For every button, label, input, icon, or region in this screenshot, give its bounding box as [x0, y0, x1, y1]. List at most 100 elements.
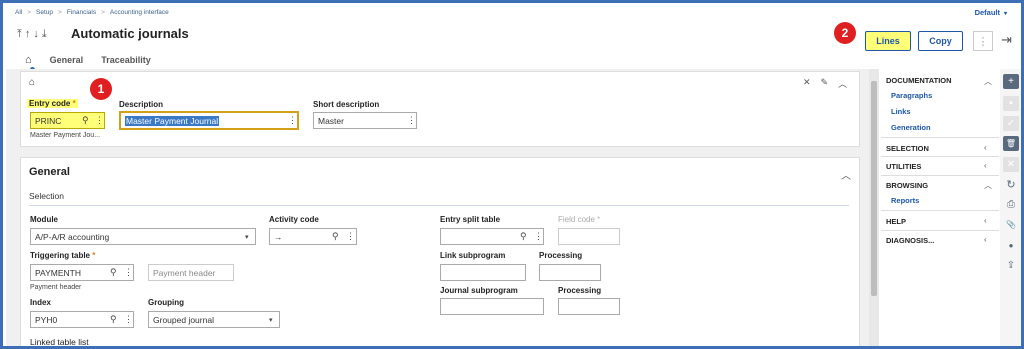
exit-icon[interactable]: ⇥	[1001, 32, 1012, 48]
activity-code-field[interactable]: → ⚲ ⋮	[269, 228, 357, 245]
entry-code-label-text: Entry code	[29, 99, 71, 108]
description-value: Master Payment Journal	[125, 115, 220, 126]
activity-code-label: Activity code	[269, 215, 319, 224]
module-select[interactable]: A/P-A/R accounting ▾	[30, 228, 256, 245]
profile-selector[interactable]: Default ▾	[975, 8, 1007, 17]
share-icon[interactable]: ⇪	[1003, 258, 1019, 273]
edit-icon[interactable]: ✎	[821, 77, 829, 90]
section-tabs: ⌂ General Traceability	[25, 54, 151, 66]
short-description-input[interactable]: Master ⋮	[313, 112, 417, 129]
entry-split-table-field[interactable]: ⚲ ⋮	[440, 228, 544, 245]
triggering-table-title: Payment header	[153, 267, 216, 278]
entry-code-field[interactable]: PRINC ⚲ ⋮	[30, 112, 105, 129]
chevron-up-icon[interactable]: ︿	[984, 180, 992, 191]
tab-traceability[interactable]: Traceability	[101, 55, 151, 65]
collapse-icon[interactable]: ︿	[838, 77, 847, 90]
search-icon[interactable]: ⚲	[110, 267, 117, 278]
side-utilities-header[interactable]: UTILITIES	[886, 162, 921, 171]
search-icon[interactable]: ⚲	[82, 115, 89, 126]
breadcrumb-financials[interactable]: Financials	[67, 9, 96, 16]
processing-input[interactable]	[539, 264, 601, 281]
triggering-table-field[interactable]: PAYMENTH ⚲ ⋮	[30, 264, 134, 281]
copy-button[interactable]: Copy	[918, 31, 963, 51]
home-icon: ⌂	[29, 77, 36, 88]
more-actions-icon[interactable]: ⋮	[973, 31, 993, 51]
scrollbar-thumb[interactable]	[871, 81, 877, 296]
profile-label: Default	[974, 8, 1000, 17]
triggering-table-label: Triggering table *	[30, 251, 95, 260]
index-field[interactable]: PYH0 ⚲ ⋮	[30, 311, 134, 328]
search-icon[interactable]: ⚲	[110, 314, 117, 325]
more-icon[interactable]: ⋮	[346, 231, 355, 242]
chevron-down-icon: ▾	[1003, 11, 1007, 17]
grouping-select[interactable]: Grouped journal ▾	[148, 311, 280, 328]
more-icon[interactable]: ⋮	[124, 314, 133, 325]
chevron-left-icon[interactable]: ‹	[984, 161, 987, 170]
chevron-left-icon[interactable]: ‹	[984, 143, 987, 152]
tab-general[interactable]: General	[50, 55, 84, 65]
refresh-icon[interactable]: ↻	[1003, 177, 1019, 192]
required-mark: *	[72, 99, 76, 108]
processing-input-2[interactable]	[558, 298, 620, 315]
journal-subprogram-input[interactable]	[440, 298, 544, 315]
link-subprogram-input[interactable]	[440, 264, 526, 281]
more-icon[interactable]: ⋮	[534, 231, 543, 242]
index-label: Index	[30, 298, 51, 307]
search-icon[interactable]: ⚲	[332, 231, 339, 242]
home-icon[interactable]: ⌂	[25, 54, 32, 66]
side-documentation-header[interactable]: DOCUMENTATION	[886, 76, 952, 85]
grouping-label: Grouping	[148, 298, 184, 307]
entry-split-table-label: Entry split table	[440, 215, 501, 224]
divider	[881, 175, 999, 176]
chevron-up-icon[interactable]: ︿	[984, 76, 992, 87]
divider	[881, 137, 999, 138]
selection-subheading: Selection	[29, 191, 64, 201]
breadcrumb-all[interactable]: All	[15, 9, 22, 16]
breadcrumb-setup[interactable]: Setup	[36, 9, 53, 16]
delete-icon[interactable]: 🗑	[1003, 136, 1019, 151]
required-mark: *	[92, 251, 96, 260]
triggering-table-description: Payment header	[30, 284, 82, 291]
link-subprogram-label: Link subprogram	[440, 251, 506, 260]
general-section-title: General	[29, 166, 70, 178]
cancel-icon: ✕	[1003, 157, 1019, 172]
processing-label: Processing	[539, 251, 583, 260]
processing-label-2: Processing	[558, 286, 602, 295]
step-badge-2: 2	[834, 22, 856, 44]
side-link-links[interactable]: Links	[891, 107, 911, 116]
comment-icon[interactable]: ●	[1003, 238, 1019, 253]
tools-icon[interactable]: ✕	[803, 77, 811, 90]
more-icon[interactable]: ⋮	[288, 115, 297, 126]
print-icon[interactable]: ⎙	[1003, 197, 1019, 212]
side-link-generation[interactable]: Generation	[891, 123, 931, 132]
chevron-left-icon[interactable]: ‹	[984, 216, 987, 225]
lines-button[interactable]: Lines	[865, 31, 911, 51]
linked-table-list-label: Linked table list	[30, 337, 89, 347]
required-mark: *	[597, 215, 601, 224]
triggering-table-title-field: Payment header	[148, 264, 234, 281]
side-selection-header[interactable]: SELECTION	[886, 144, 929, 153]
side-link-paragraphs[interactable]: Paragraphs	[891, 91, 932, 100]
side-diagnosis-header[interactable]: DIAGNOSIS...	[886, 236, 934, 245]
side-link-reports[interactable]: Reports	[891, 196, 919, 205]
description-input[interactable]: Master Payment Journal ⋮	[119, 111, 299, 130]
record-navigation-arrows[interactable]: ⤒↑↓⤓	[17, 28, 50, 41]
add-icon[interactable]: +	[1003, 74, 1019, 89]
more-icon[interactable]: ⋮	[124, 267, 133, 278]
short-description-value: Master	[318, 115, 344, 126]
divider	[29, 205, 849, 206]
chevron-down-icon: ▾	[245, 233, 249, 241]
entry-code-description: Master Payment Jou...	[30, 132, 101, 139]
side-help-header[interactable]: HELP	[886, 217, 906, 226]
breadcrumb: All > Setup > Financials > Accounting in…	[15, 9, 169, 16]
chevron-left-icon[interactable]: ‹	[984, 235, 987, 244]
app-window: All > Setup > Financials > Accounting in…	[0, 0, 1024, 349]
more-icon[interactable]: ⋮	[95, 115, 104, 126]
more-icon[interactable]: ⋮	[407, 115, 416, 126]
side-browsing-header[interactable]: BROWSING	[886, 181, 928, 190]
attachment-icon[interactable]: 📎	[1003, 217, 1019, 232]
search-icon[interactable]: ⚲	[520, 231, 527, 242]
collapse-icon[interactable]: ︿	[841, 167, 851, 182]
breadcrumb-accounting-interface[interactable]: Accounting interface	[110, 9, 169, 16]
divider	[881, 210, 999, 211]
